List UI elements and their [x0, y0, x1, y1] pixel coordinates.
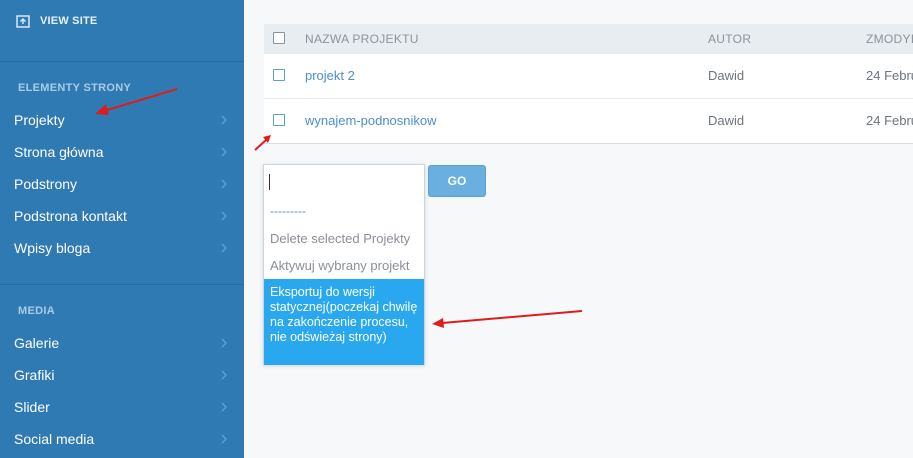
- table-header: NAZWA PROJEKTU AUTOR ZMODYF: [264, 24, 913, 53]
- chevron-right-icon: [221, 115, 228, 125]
- chevron-right-icon: [221, 211, 228, 221]
- sidebar-item-label: Strona główna: [14, 144, 104, 160]
- project-name-link[interactable]: projekt 2: [305, 68, 355, 83]
- chevron-right-icon: [221, 338, 228, 348]
- action-option-activate[interactable]: Aktywuj wybrany projekt: [264, 258, 424, 273]
- sidebar-item-wpisy-bloga[interactable]: Wpisy bloga: [0, 232, 244, 264]
- chevron-right-icon: [221, 434, 228, 444]
- sidebar-item-label: Galerie: [14, 335, 60, 351]
- sidebar-item-label: Slider: [14, 399, 50, 415]
- sidebar-item-social-media[interactable]: Social media: [0, 423, 244, 455]
- table-row: wynajem-podnosnikow Dawid 24 Febru: [264, 98, 913, 143]
- annotation-arrow: [432, 310, 583, 328]
- section-title-elementy: ELEMENTY STRONY: [18, 82, 132, 94]
- project-name-link[interactable]: wynajem-podnosnikow: [305, 113, 437, 128]
- sidebar-item-label: Projekty: [14, 112, 65, 128]
- sidebar-item-slider[interactable]: Slider: [0, 391, 244, 423]
- sidebar: VIEW SITE ELEMENTY STRONY Projekty Stron…: [0, 0, 244, 458]
- chevron-right-icon: [221, 370, 228, 380]
- view-site-label: VIEW SITE: [40, 15, 98, 27]
- action-search-input[interactable]: [264, 165, 424, 198]
- column-header-author[interactable]: AUTOR: [708, 32, 751, 46]
- view-site-link[interactable]: VIEW SITE: [16, 14, 97, 28]
- sidebar-divider: [0, 61, 244, 62]
- chevron-right-icon: [221, 147, 228, 157]
- row-checkbox[interactable]: [273, 69, 285, 81]
- action-option-separator[interactable]: ---------: [264, 204, 424, 218]
- sidebar-item-label: Wpisy bloga: [14, 240, 91, 256]
- action-option-delete[interactable]: Delete selected Projekty: [264, 231, 424, 246]
- sidebar-item-projekty[interactable]: Projekty: [0, 104, 244, 136]
- table-row: projekt 2 Dawid 24 Febru: [264, 53, 913, 98]
- sidebar-item-label: Social media: [14, 431, 95, 447]
- project-author: Dawid: [708, 68, 745, 83]
- chevron-right-icon: [221, 243, 228, 253]
- sidebar-item-podstrona-kontakt[interactable]: Podstrona kontakt: [0, 200, 244, 232]
- row-checkbox[interactable]: [273, 114, 285, 126]
- projects-table: NAZWA PROJEKTU AUTOR ZMODYF projekt 2 Da…: [264, 24, 913, 144]
- external-link-icon: [16, 15, 30, 28]
- sidebar-item-label: Grafiki: [14, 367, 55, 383]
- column-header-name[interactable]: NAZWA PROJEKTU: [305, 32, 419, 46]
- go-button[interactable]: GO: [428, 165, 486, 197]
- sidebar-item-grafiki[interactable]: Grafiki: [0, 359, 244, 391]
- sidebar-item-strona-glowna[interactable]: Strona główna: [0, 136, 244, 168]
- text-caret: [269, 174, 270, 190]
- sidebar-item-label: Podstrony: [14, 176, 78, 192]
- project-modified: 24 Febru: [866, 68, 913, 83]
- column-header-modified[interactable]: ZMODYF: [866, 32, 913, 46]
- chevron-right-icon: [221, 402, 228, 412]
- action-dropdown[interactable]: --------- Delete selected Projekty Aktyw…: [263, 164, 425, 365]
- select-all-checkbox[interactable]: [273, 32, 285, 44]
- action-option-export[interactable]: Eksportuj do wersji statycznej(poczekaj …: [264, 279, 424, 365]
- sidebar-divider: [0, 284, 244, 285]
- chevron-right-icon: [221, 179, 228, 189]
- sidebar-item-podstrony[interactable]: Podstrony: [0, 168, 244, 200]
- project-modified: 24 Febru: [866, 113, 913, 128]
- sidebar-item-label: Podstrona kontakt: [14, 208, 127, 224]
- sidebar-item-galerie[interactable]: Galerie: [0, 327, 244, 359]
- project-author: Dawid: [708, 113, 745, 128]
- section-title-media: MEDIA: [18, 305, 55, 317]
